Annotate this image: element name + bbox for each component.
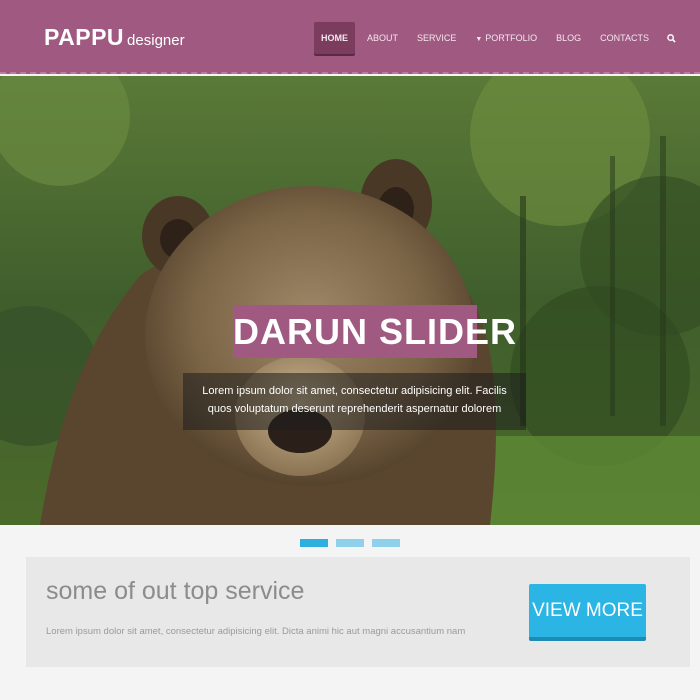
nav-item-service[interactable]: SERVICE bbox=[410, 22, 463, 54]
service-title: some of out top service bbox=[46, 577, 305, 605]
logo-main-text: PAPPU bbox=[44, 24, 125, 50]
nav-item-about[interactable]: ABOUT bbox=[360, 22, 405, 54]
hero-image bbox=[0, 76, 700, 525]
nav-item-label: ABOUT bbox=[366, 33, 398, 43]
service-banner: some of out top service Lorem ipsum dolo… bbox=[26, 557, 690, 667]
nav-item-label: SERVICE bbox=[417, 33, 457, 43]
logo-sub-text: designer bbox=[127, 32, 185, 49]
hero-slider: DARUN SLIDER Lorem ipsum dolor sit amet,… bbox=[0, 76, 700, 525]
slider-dots bbox=[0, 539, 700, 547]
caret-down-icon: ▼ bbox=[475, 36, 483, 43]
search-icon[interactable] bbox=[664, 22, 678, 54]
slider-title: DARUN SLIDER bbox=[233, 305, 516, 358]
nav-item-contacts[interactable]: CONTACTS bbox=[593, 22, 656, 54]
slider-caption: Lorem ipsum dolor sit amet, consectetur … bbox=[183, 373, 526, 430]
nav-item-portfolio[interactable]: ▼ PORTFOLIO bbox=[468, 22, 544, 54]
slider-dot-2[interactable] bbox=[336, 539, 364, 547]
service-text: Lorem ipsum dolor sit amet, consectetur … bbox=[46, 626, 466, 637]
nav-item-label: BLOG bbox=[556, 33, 582, 43]
slider-dot-3[interactable] bbox=[372, 539, 400, 547]
view-more-button[interactable]: VIEW MORE bbox=[529, 584, 646, 641]
site-header: PAPPU designer HOME ABOUT SERVICE ▼ PORTFO… bbox=[0, 0, 700, 74]
nav-item-label: PORTFOLIO bbox=[485, 33, 538, 43]
logo[interactable]: PAPPU designer bbox=[44, 24, 185, 51]
nav-item-blog[interactable]: BLOG bbox=[549, 22, 588, 54]
main-nav: HOME ABOUT SERVICE ▼ PORTFOLIO BLOG CONTA… bbox=[309, 22, 678, 54]
slider-dot-1[interactable] bbox=[300, 539, 328, 547]
nav-item-home[interactable]: HOME bbox=[313, 22, 355, 54]
nav-item-label: HOME bbox=[320, 33, 348, 43]
nav-item-label: CONTACTS bbox=[600, 33, 649, 43]
